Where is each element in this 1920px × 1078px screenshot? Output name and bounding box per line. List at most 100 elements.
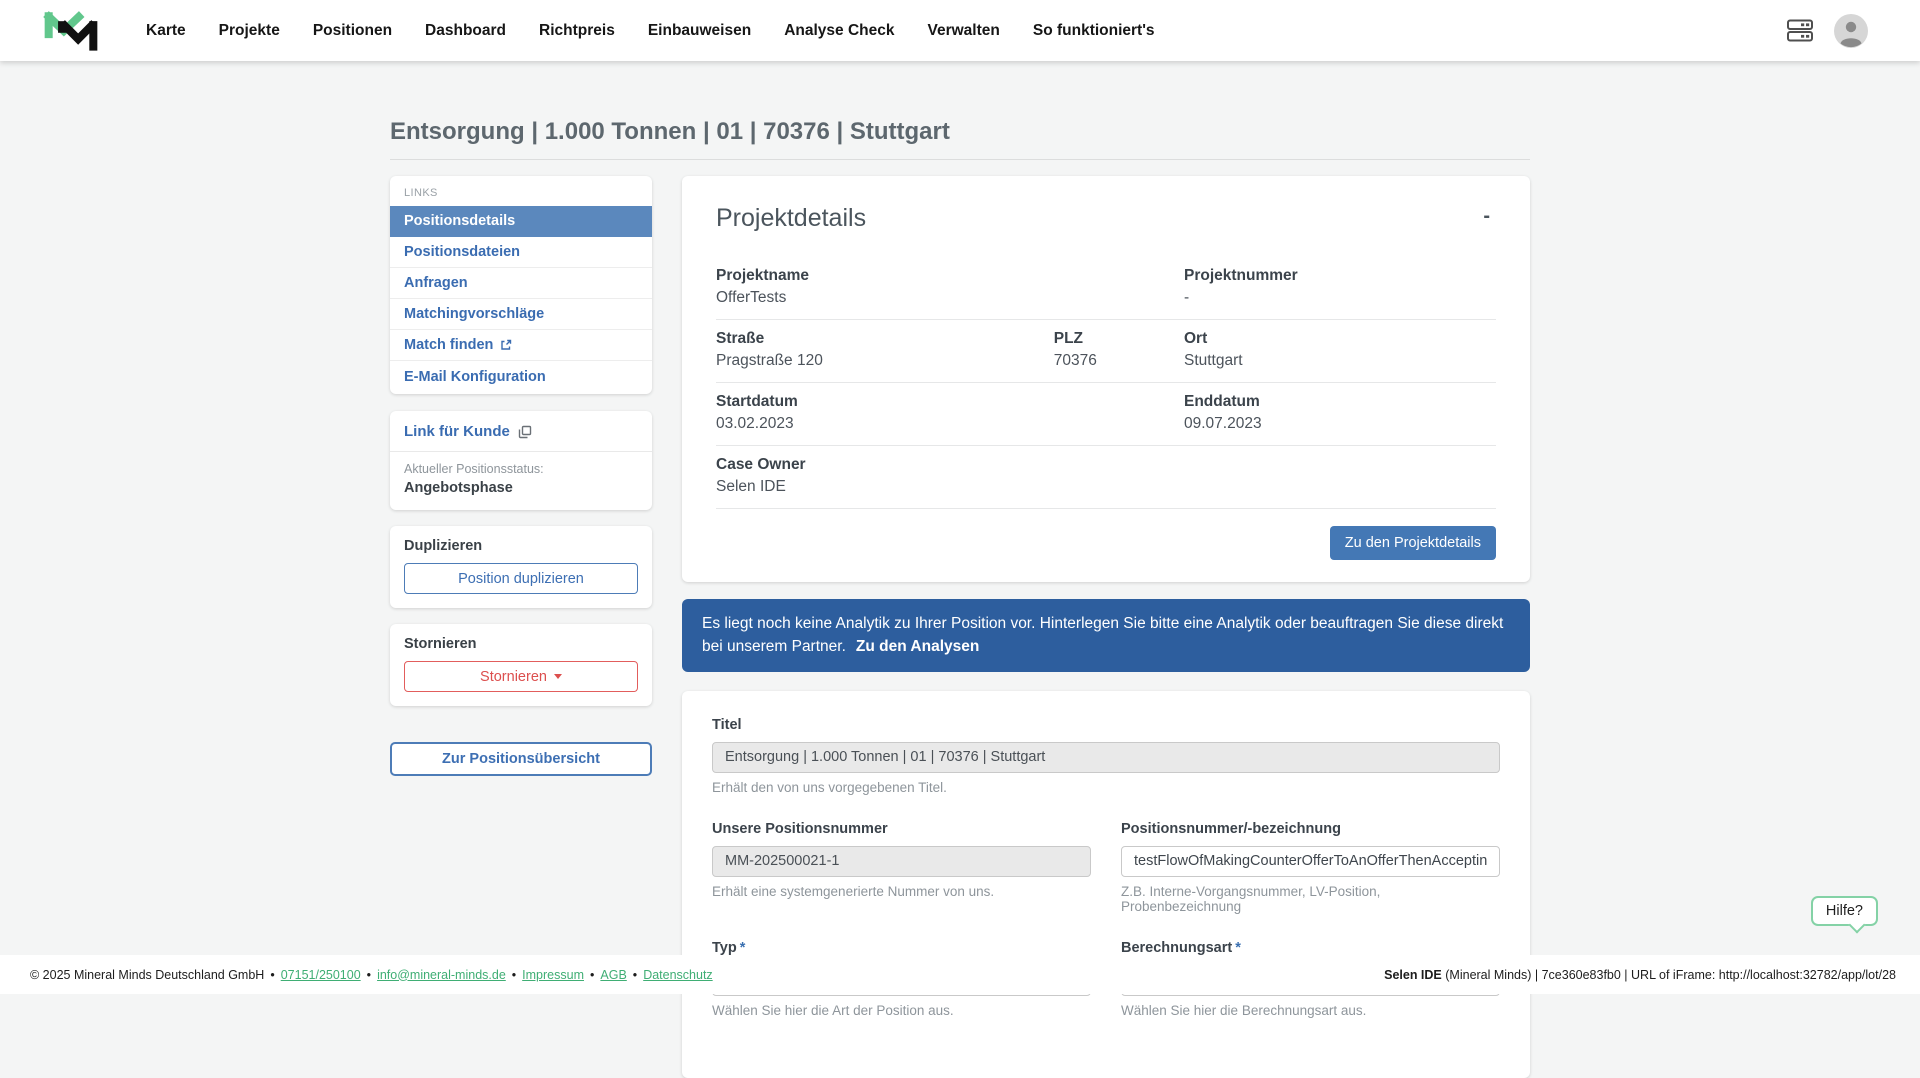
sidebar-item-label: Positionsdateien bbox=[404, 244, 520, 260]
field-label: Case Owner bbox=[716, 456, 1184, 474]
project-row: Projektname OfferTests Projektnummer - bbox=[716, 257, 1496, 320]
sidebar-item-label: Positionsdetails bbox=[404, 213, 515, 229]
position-overview-button[interactable]: Zur Positionsübersicht bbox=[390, 742, 652, 776]
sidebar-item-matchingvorschlaege[interactable]: Matchingvorschläge bbox=[390, 299, 652, 330]
sidebar-item-positionsdetails[interactable]: Positionsdetails bbox=[390, 206, 652, 237]
typ-label: Typ* bbox=[712, 940, 1091, 956]
footer-datenschutz-link[interactable]: Datenschutz bbox=[643, 968, 712, 982]
title-divider bbox=[390, 159, 1530, 160]
position-status-label: Aktueller Positionsstatus: bbox=[404, 462, 638, 476]
sidebar-item-match-finden[interactable]: Match finden bbox=[390, 330, 652, 361]
project-row: Straße Pragstraße 120 PLZ 70376 Ort Stut… bbox=[716, 320, 1496, 383]
position-number-helper: Z.B. Interne-Vorgangsnummer, LV-Position… bbox=[1121, 884, 1500, 914]
nav-item-positionen[interactable]: Positionen bbox=[313, 22, 392, 40]
page-content: Entsorgung | 1.000 Tonnen | 01 | 70376 |… bbox=[390, 0, 1530, 1078]
caret-down-icon bbox=[554, 674, 562, 679]
nav-item-karte[interactable]: Karte bbox=[146, 22, 186, 40]
position-form-card: Titel Erhält den von uns vorgegebenen Ti… bbox=[682, 691, 1530, 1078]
field-value: Selen IDE bbox=[716, 478, 1184, 496]
collapse-card-button[interactable]: - bbox=[1477, 204, 1496, 228]
divider bbox=[390, 451, 652, 452]
cancel-header: Stornieren bbox=[404, 636, 638, 652]
berechnungsart-label-text: Berechnungsart bbox=[1121, 940, 1232, 956]
project-row: Startdatum 03.02.2023 Enddatum 09.07.202… bbox=[716, 383, 1496, 446]
banner-text: Es liegt noch keine Analytik zu Ihrer Po… bbox=[702, 615, 1503, 655]
footer-user-name: Selen IDE bbox=[1384, 968, 1442, 982]
copyright-text: © 2025 Mineral Minds Deutschland GmbH bbox=[30, 968, 264, 982]
footer-phone-link[interactable]: 07151/250100 bbox=[281, 968, 361, 982]
nav-item-dashboard[interactable]: Dashboard bbox=[425, 22, 506, 40]
project-details-title: Projektdetails bbox=[716, 204, 866, 233]
footer-meta: (Mineral Minds) | 7ce360e83fb0 | URL of … bbox=[1445, 968, 1896, 982]
nav-item-verwalten[interactable]: Verwalten bbox=[927, 22, 999, 40]
titel-field: Titel Erhält den von uns vorgegebenen Ti… bbox=[712, 717, 1500, 795]
user-avatar-icon[interactable] bbox=[1834, 14, 1868, 48]
required-asterisk: * bbox=[1235, 940, 1241, 956]
sidebar-item-anfragen[interactable]: Anfragen bbox=[390, 268, 652, 299]
external-link-icon bbox=[500, 339, 512, 351]
field-label: Projektname bbox=[716, 267, 1184, 285]
field-value: 03.02.2023 bbox=[716, 415, 1184, 433]
our-position-number-helper: Erhält eine systemgenerierte Nummer von … bbox=[712, 884, 1091, 899]
sidebar-item-label: Matchingvorschläge bbox=[404, 306, 544, 322]
duplicate-position-button[interactable]: Position duplizieren bbox=[404, 563, 638, 594]
field-value: 70376 bbox=[1054, 352, 1184, 370]
cancel-card: Stornieren Stornieren bbox=[390, 624, 652, 706]
sidebar-item-label: E-Mail Konfiguration bbox=[404, 369, 546, 385]
field-value: 09.07.2023 bbox=[1184, 415, 1496, 433]
field-value: - bbox=[1184, 289, 1496, 307]
footer-separator: • bbox=[367, 968, 371, 982]
main-column: Projektdetails - Projektname OfferTests … bbox=[682, 176, 1530, 1078]
duplicate-card: Duplizieren Position duplizieren bbox=[390, 526, 652, 608]
duplicate-header: Duplizieren bbox=[404, 538, 638, 554]
field-label: Straße bbox=[716, 330, 1054, 348]
cancel-dropdown-button[interactable]: Stornieren bbox=[404, 661, 638, 692]
top-navigation: Karte Projekte Positionen Dashboard Rich… bbox=[0, 0, 1920, 61]
field-label: Projektnummer bbox=[1184, 267, 1496, 285]
mineral-minds-logo-icon[interactable] bbox=[42, 6, 100, 56]
position-status-value: Angebotsphase bbox=[404, 480, 638, 496]
page-title: Entsorgung | 1.000 Tonnen | 01 | 70376 |… bbox=[390, 118, 1530, 146]
titel-label: Titel bbox=[712, 717, 1500, 733]
field-label: Enddatum bbox=[1184, 393, 1496, 411]
footer-email-link[interactable]: info@mineral-minds.de bbox=[377, 968, 506, 982]
footer-separator: • bbox=[270, 968, 274, 982]
titel-input bbox=[712, 742, 1500, 773]
our-position-number-input bbox=[712, 846, 1091, 877]
nav-item-projekte[interactable]: Projekte bbox=[219, 22, 280, 40]
sidebar: LINKS Positionsdetails Positionsdateien … bbox=[390, 176, 652, 776]
footer-impressum-link[interactable]: Impressum bbox=[522, 968, 584, 982]
copy-icon bbox=[518, 425, 532, 439]
go-to-analyses-link[interactable]: Zu den Analysen bbox=[856, 638, 979, 655]
sidebar-item-positionsdateien[interactable]: Positionsdateien bbox=[390, 237, 652, 268]
field-label: Ort bbox=[1184, 330, 1496, 348]
our-position-number-label: Unsere Positionsnummer bbox=[712, 821, 1091, 837]
server-stack-icon[interactable] bbox=[1786, 18, 1814, 43]
position-number-field: Positionsnummer/-bezeichnung Z.B. Intern… bbox=[1121, 821, 1500, 914]
required-asterisk: * bbox=[740, 940, 746, 956]
field-value: OfferTests bbox=[716, 289, 1184, 307]
sidebar-item-label: Anfragen bbox=[404, 275, 468, 291]
project-row: Case Owner Selen IDE bbox=[716, 446, 1496, 509]
sidebar-links-card: LINKS Positionsdetails Positionsdateien … bbox=[390, 176, 652, 394]
customer-link[interactable]: Link für Kunde bbox=[404, 423, 638, 440]
our-position-number-field: Unsere Positionsnummer Erhält eine syste… bbox=[712, 821, 1091, 914]
customer-link-label: Link für Kunde bbox=[404, 423, 510, 440]
field-value: Stuttgart bbox=[1184, 352, 1496, 370]
sidebar-item-email-konfiguration[interactable]: E-Mail Konfiguration bbox=[390, 361, 652, 392]
footer-agb-link[interactable]: AGB bbox=[600, 968, 626, 982]
footer-separator: • bbox=[512, 968, 516, 982]
nav-item-analyse-check[interactable]: Analyse Check bbox=[784, 22, 894, 40]
links-header: LINKS bbox=[390, 176, 652, 206]
nav-item-so-funktionierts[interactable]: So funktioniert's bbox=[1033, 22, 1155, 40]
nav-item-richtpreis[interactable]: Richtpreis bbox=[539, 22, 615, 40]
nav-item-einbauweisen[interactable]: Einbauweisen bbox=[648, 22, 751, 40]
titel-helper: Erhält den von uns vorgegebenen Titel. bbox=[712, 780, 1500, 795]
go-to-project-details-button[interactable]: Zu den Projektdetails bbox=[1330, 526, 1496, 560]
help-button[interactable]: Hilfe? bbox=[1811, 896, 1878, 926]
nav-menu: Karte Projekte Positionen Dashboard Rich… bbox=[146, 22, 1155, 40]
analytics-info-banner: Es liegt noch keine Analytik zu Ihrer Po… bbox=[682, 599, 1530, 672]
nav-right-icons bbox=[1786, 14, 1868, 48]
position-number-input[interactable] bbox=[1121, 846, 1500, 877]
field-value: Pragstraße 120 bbox=[716, 352, 1054, 370]
